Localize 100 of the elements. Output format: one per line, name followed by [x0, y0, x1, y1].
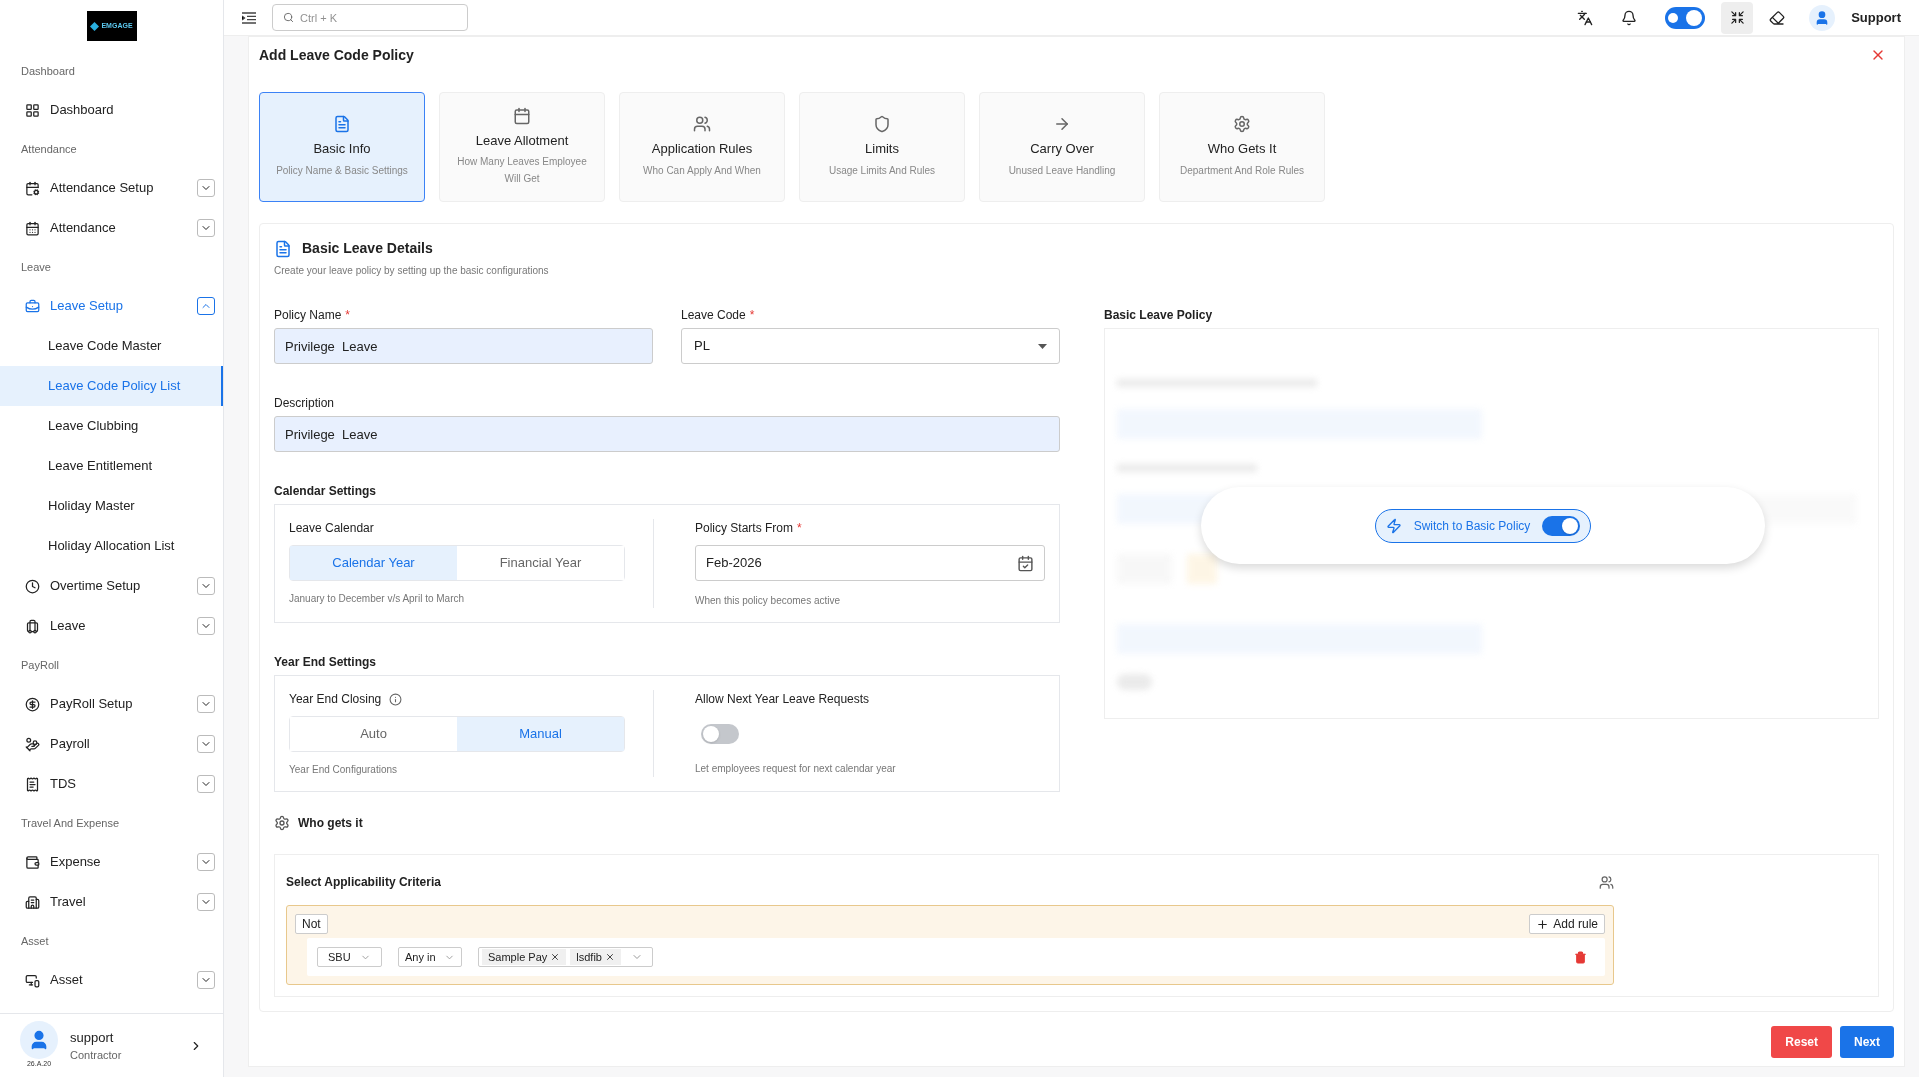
dropdown-caret-icon	[1038, 343, 1047, 349]
step-tab[interactable]: Limits Usage Limits And Rules	[799, 92, 965, 202]
search-field[interactable]: Ctrl + K	[272, 4, 468, 31]
value-tag[interactable]: Sample Pay	[482, 949, 567, 965]
segment-option[interactable]: Calendar Year	[290, 546, 457, 580]
delete-icon[interactable]	[1574, 950, 1587, 964]
sidebar-item[interactable]: Overtime Setup	[0, 566, 223, 606]
sidebar-item[interactable]: Payroll	[0, 724, 223, 764]
leave-code-dropdown[interactable]: PL	[681, 328, 1060, 364]
step-tab[interactable]: Carry Over Unused Leave Handling	[979, 92, 1145, 202]
eraser-icon[interactable]	[1769, 9, 1786, 26]
operator-select[interactable]: Any in	[398, 947, 462, 967]
field-label: Year End Closing	[289, 691, 382, 708]
info-icon[interactable]	[389, 692, 403, 706]
calendar-icon[interactable]	[1017, 554, 1034, 572]
field-hint: Let employees request for next calendar year	[695, 762, 897, 776]
switch-policy-button[interactable]: Switch to Basic Policy	[1374, 508, 1592, 543]
users-icon	[693, 115, 711, 134]
briefcase-icon	[25, 298, 40, 314]
sidebar-subitem[interactable]: Leave Clubbing	[0, 406, 223, 446]
description-field[interactable]: Privilege Leave	[274, 416, 1060, 452]
chevron-down-icon[interactable]	[197, 971, 215, 989]
sidebar-subitem[interactable]: Leave Code Master	[0, 326, 223, 366]
translate-icon[interactable]	[1577, 9, 1594, 26]
devices-icon	[25, 972, 40, 988]
bell-icon[interactable]	[1621, 9, 1638, 26]
chevron-down-icon[interactable]	[197, 893, 215, 911]
group-title: Who gets it	[298, 815, 363, 832]
section-subtitle: Create your leave policy by setting up the basic configurations	[274, 264, 550, 278]
chevron-down-icon[interactable]	[197, 775, 215, 793]
segment-option[interactable]: Manual	[457, 717, 624, 751]
step-tab[interactable]: Who Gets It Department And Role Rules	[1159, 92, 1325, 202]
building-icon	[25, 894, 40, 910]
lightning-icon	[1385, 517, 1402, 534]
sidebar-subitem[interactable]: Holiday Allocation List	[0, 526, 223, 566]
settings-icon	[274, 815, 290, 831]
sidebar-item[interactable]: Expense	[0, 842, 223, 882]
chevron-down-icon[interactable]	[197, 695, 215, 713]
add-rule-button[interactable]: Add rule	[1529, 914, 1605, 934]
values-select[interactable]: Sample Pay lsdfib	[478, 947, 653, 967]
sidebar-item[interactable]: Attendance Setup	[0, 168, 223, 208]
sidebar-subitem[interactable]: Leave Entitlement	[0, 446, 223, 486]
chevron-down-icon[interactable]	[197, 617, 215, 635]
sidebar-item[interactable]: Travel	[0, 882, 223, 922]
chevron-up-icon[interactable]	[197, 297, 215, 315]
step-tab[interactable]: Application Rules Who Can Apply And When	[619, 92, 785, 202]
next-button[interactable]: Next	[1840, 1026, 1894, 1058]
luggage-icon	[25, 618, 40, 634]
hand-coins-icon	[25, 736, 40, 752]
field-label: Leave Code *	[681, 307, 756, 324]
not-toggle[interactable]: Not	[295, 914, 328, 934]
sidebar-item[interactable]: PayRoll Setup	[0, 684, 223, 724]
sidebar-item[interactable]: Attendance	[0, 208, 223, 248]
date-field[interactable]: Feb-2026	[695, 545, 1045, 581]
shrink-icon	[1729, 10, 1745, 25]
section-label: Leave	[20, 259, 52, 275]
document-icon	[333, 115, 351, 134]
reset-button[interactable]: Reset	[1771, 1026, 1832, 1058]
field-select[interactable]: SBU	[317, 947, 382, 967]
field-label: Policy Name *	[274, 307, 352, 324]
value-tag[interactable]: lsdfib	[570, 949, 621, 965]
field-hint: Year End Configurations	[289, 763, 399, 777]
grid-icon	[25, 102, 40, 118]
sidebar-item[interactable]: Dashboard	[0, 90, 223, 130]
sidebar-item[interactable]: Asset	[0, 960, 223, 1000]
fullscreen-button[interactable]	[1721, 1, 1754, 34]
theme-toggle[interactable]	[1665, 6, 1706, 29]
chevron-down-icon[interactable]	[197, 577, 215, 595]
remove-icon[interactable]	[605, 952, 615, 962]
clock-icon	[25, 578, 40, 594]
field-label: Policy Starts From *	[695, 520, 803, 537]
policy-name-field[interactable]: Privilege Leave	[274, 328, 653, 364]
sidebar-item[interactable]: Leave Setup	[0, 286, 223, 326]
menu-icon[interactable]	[242, 11, 256, 24]
toggle-switch[interactable]	[701, 724, 739, 744]
field-label: Description	[274, 395, 336, 412]
step-tab[interactable]: Leave Allotment How Many Leaves Employee Will Get	[439, 92, 605, 202]
user-avatar	[20, 1021, 58, 1060]
step-tab[interactable]: Basic Info Policy Name & Basic Settings	[259, 92, 425, 202]
sidebar-item[interactable]: TDS	[0, 764, 223, 804]
chevron-down-icon[interactable]	[197, 735, 215, 753]
users-icon[interactable]	[1599, 874, 1614, 890]
section-label: Travel And Expense	[20, 815, 121, 831]
wallet-icon	[25, 854, 40, 870]
remove-icon[interactable]	[550, 952, 561, 962]
sidebar-item[interactable]: Leave	[0, 606, 223, 646]
toggle-switch[interactable]	[1542, 515, 1581, 536]
field-label: Allow Next Year Leave Requests	[695, 691, 871, 708]
group-title: Basic Leave Policy	[1104, 307, 1214, 324]
chevron-down-icon[interactable]	[197, 179, 215, 197]
user-name: support	[70, 1028, 115, 1047]
user-avatar[interactable]	[1809, 4, 1836, 31]
sidebar-subitem[interactable]: Leave Code Policy List	[0, 366, 223, 406]
required-mark: *	[797, 521, 802, 535]
section-label: Attendance	[20, 141, 78, 157]
user-name[interactable]: Support	[1851, 7, 1901, 28]
field-hint: January to December v/s April to March	[289, 592, 466, 606]
sidebar-subitem[interactable]: Holiday Master	[0, 486, 223, 526]
chevron-down-icon[interactable]	[197, 219, 215, 237]
chevron-down-icon[interactable]	[197, 853, 215, 871]
